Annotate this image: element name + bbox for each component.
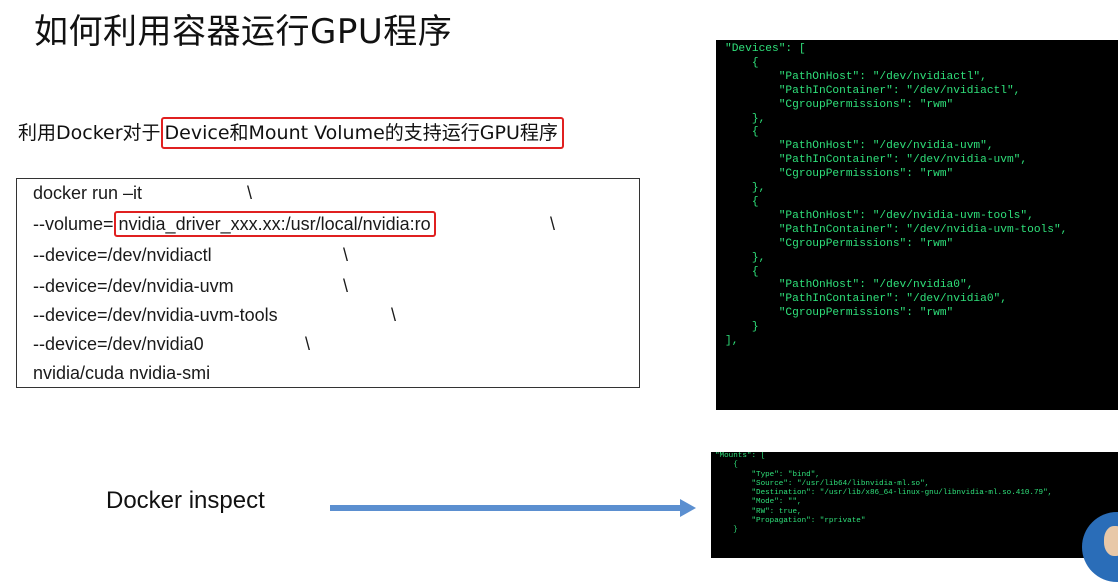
subtitle-highlight: Device和Mount Volume的支持运行GPU程序	[160, 117, 564, 149]
line-continuation: \	[305, 334, 311, 354]
mounts-terminal: "Mounts": [ { "Type": "bind", "Source": …	[711, 452, 1118, 558]
docker-command-box: docker run –it \ --volume= nvidia_driver_…	[16, 178, 640, 388]
line-continuation: \	[391, 305, 397, 325]
slide-title: 如何利用容器运行GPU程序	[34, 12, 453, 52]
line-continuation: \	[343, 245, 349, 265]
mounts-json-text: "Mounts": [ { "Type": "bind", "Source": …	[715, 452, 1053, 535]
subtitle-prefix: 利用Docker对于	[18, 122, 161, 144]
command-line-device-nvidiactl: --device=/dev/nvidiactl	[33, 245, 212, 265]
command-line-volume: --volume= nvidia_driver_xxx.xx:/usr/local…	[33, 211, 436, 237]
right-arrow-icon	[330, 499, 696, 517]
docker-inspect-label: Docker inspect	[106, 487, 265, 514]
command-line-device-nvidia-uvm: --device=/dev/nvidia-uvm	[33, 276, 234, 296]
line-continuation: \	[247, 183, 253, 203]
slide-subtitle: 利用Docker对于 Device和Mount Volume的支持运行GPU程序	[18, 117, 564, 149]
devices-terminal: "Devices": [ { "PathOnHost": "/dev/nvidi…	[716, 40, 1118, 410]
volume-flag: --volume=	[33, 214, 114, 234]
presenter-face	[1104, 526, 1118, 556]
line-continuation: \	[343, 276, 349, 296]
devices-json-text: "Devices": [ { "PathOnHost": "/dev/nvidi…	[725, 43, 1068, 348]
command-line-device-nvidia0: --device=/dev/nvidia0	[33, 334, 204, 354]
line-continuation: \	[550, 214, 556, 234]
volume-highlight: nvidia_driver_xxx.xx:/usr/local/nvidia:r…	[113, 211, 436, 237]
command-line-image: nvidia/cuda nvidia-smi	[33, 363, 211, 383]
command-line-device-nvidia-uvm-tools: --device=/dev/nvidia-uvm-tools	[33, 305, 278, 325]
command-line-run: docker run –it	[33, 183, 143, 203]
